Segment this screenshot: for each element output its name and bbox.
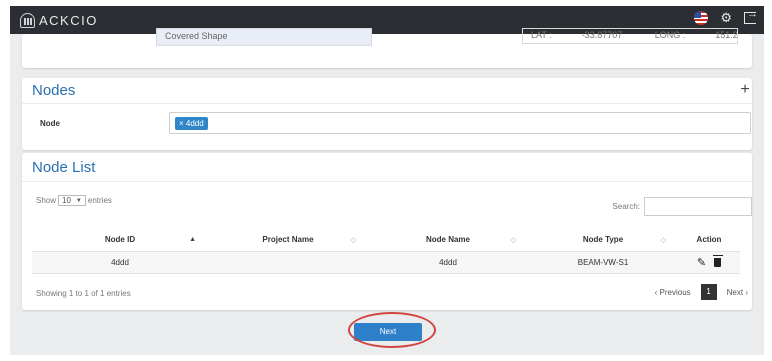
nodes-title: Nodes <box>32 82 76 99</box>
node-tag[interactable]: × 4ddd <box>175 117 208 130</box>
edit-pencil-icon[interactable]: ✎ <box>697 256 706 269</box>
long-value: 151.22342 <box>715 30 738 40</box>
sort-icon: ◇ <box>660 237 666 244</box>
tag-remove-icon[interactable]: × <box>179 119 184 128</box>
entries-value: 10 <box>62 196 71 205</box>
previous-page-button[interactable]: ‹ Previous <box>655 288 691 297</box>
topbar-actions: ⚙ <box>694 8 758 25</box>
column-node-name[interactable]: Node Name ◇ <box>368 229 528 252</box>
column-action: Action <box>678 229 740 252</box>
sort-asc-icon: ▲ <box>189 236 196 243</box>
app-logo[interactable]: ACKCIO <box>20 11 98 29</box>
table-info: Showing 1 to 1 of 1 entries <box>36 289 131 298</box>
table-row: 4ddd 4ddd BEAM-VW-S1 ✎ <box>32 251 740 274</box>
next-page-button[interactable]: Next › <box>727 288 748 297</box>
cell-project-name <box>208 251 368 274</box>
table-search: Search: <box>612 197 752 216</box>
divider <box>22 181 752 182</box>
nodes-card: Nodes + Node × 4ddd <box>22 78 752 150</box>
location-card: Covered Shape LAT : -33.87707 LONG : 151.2… <box>22 28 752 68</box>
cell-node-name: 4ddd <box>368 251 528 274</box>
lat-label: LAT : <box>531 30 552 40</box>
node-list-title: Node List <box>32 159 96 176</box>
shape-value: Covered Shape <box>165 31 228 41</box>
sort-icon: ◇ <box>350 237 356 244</box>
column-project-name[interactable]: Project Name ◇ <box>208 229 368 252</box>
node-table: Node ID ▲ Project Name ◇ Node Name ◇ Node T… <box>32 229 740 274</box>
long-label: LONG : <box>654 30 686 40</box>
us-flag-icon[interactable] <box>694 11 709 25</box>
entries-select[interactable]: 10 ▼ <box>58 195 86 206</box>
cell-actions: ✎ <box>678 251 740 274</box>
shape-field[interactable]: Covered Shape <box>156 28 372 46</box>
highlight-ring <box>348 312 436 348</box>
node-select[interactable]: × 4ddd <box>169 112 751 134</box>
app-window: ACKCIO ⚙ Covered Shape LAT : -33.87707 LO… <box>10 6 764 355</box>
logo-icon <box>20 12 35 28</box>
search-label: Search: <box>612 202 640 211</box>
lat-value: -33.87707 <box>581 30 623 40</box>
trash-icon[interactable] <box>712 254 723 267</box>
gear-icon[interactable]: ⚙ <box>720 11 732 25</box>
node-list-card: Node List Show 10 ▼ entries Search: Node… <box>22 153 752 310</box>
show-prefix: Show <box>36 196 57 205</box>
show-suffix: entries <box>87 196 112 205</box>
page-1-button[interactable]: 1 <box>700 284 717 300</box>
cell-node-id: 4ddd <box>32 251 208 274</box>
add-node-button[interactable]: + <box>738 81 752 99</box>
sign-out-icon[interactable] <box>744 8 758 24</box>
tag-label: 4ddd <box>185 119 204 128</box>
divider <box>22 103 752 104</box>
pagination: ‹ Previous 1 Next › <box>655 284 748 300</box>
coordinates-field: LAT : -33.87707 LONG : 151.22342 <box>522 28 738 44</box>
cell-node-type: BEAM-VW-S1 <box>528 251 678 274</box>
node-field-label: Node <box>40 119 60 128</box>
column-node-id[interactable]: Node ID ▲ <box>32 229 208 252</box>
sort-icon: ◇ <box>510 237 516 244</box>
chevron-down-icon: ▼ <box>75 197 82 204</box>
column-node-type[interactable]: Node Type ◇ <box>528 229 678 252</box>
search-input[interactable] <box>644 197 752 216</box>
entries-length: Show 10 ▼ entries <box>36 195 112 206</box>
table-header-row: Node ID ▲ Project Name ◇ Node Name ◇ Node T… <box>32 229 740 252</box>
logo-text: ACKCIO <box>39 12 98 28</box>
